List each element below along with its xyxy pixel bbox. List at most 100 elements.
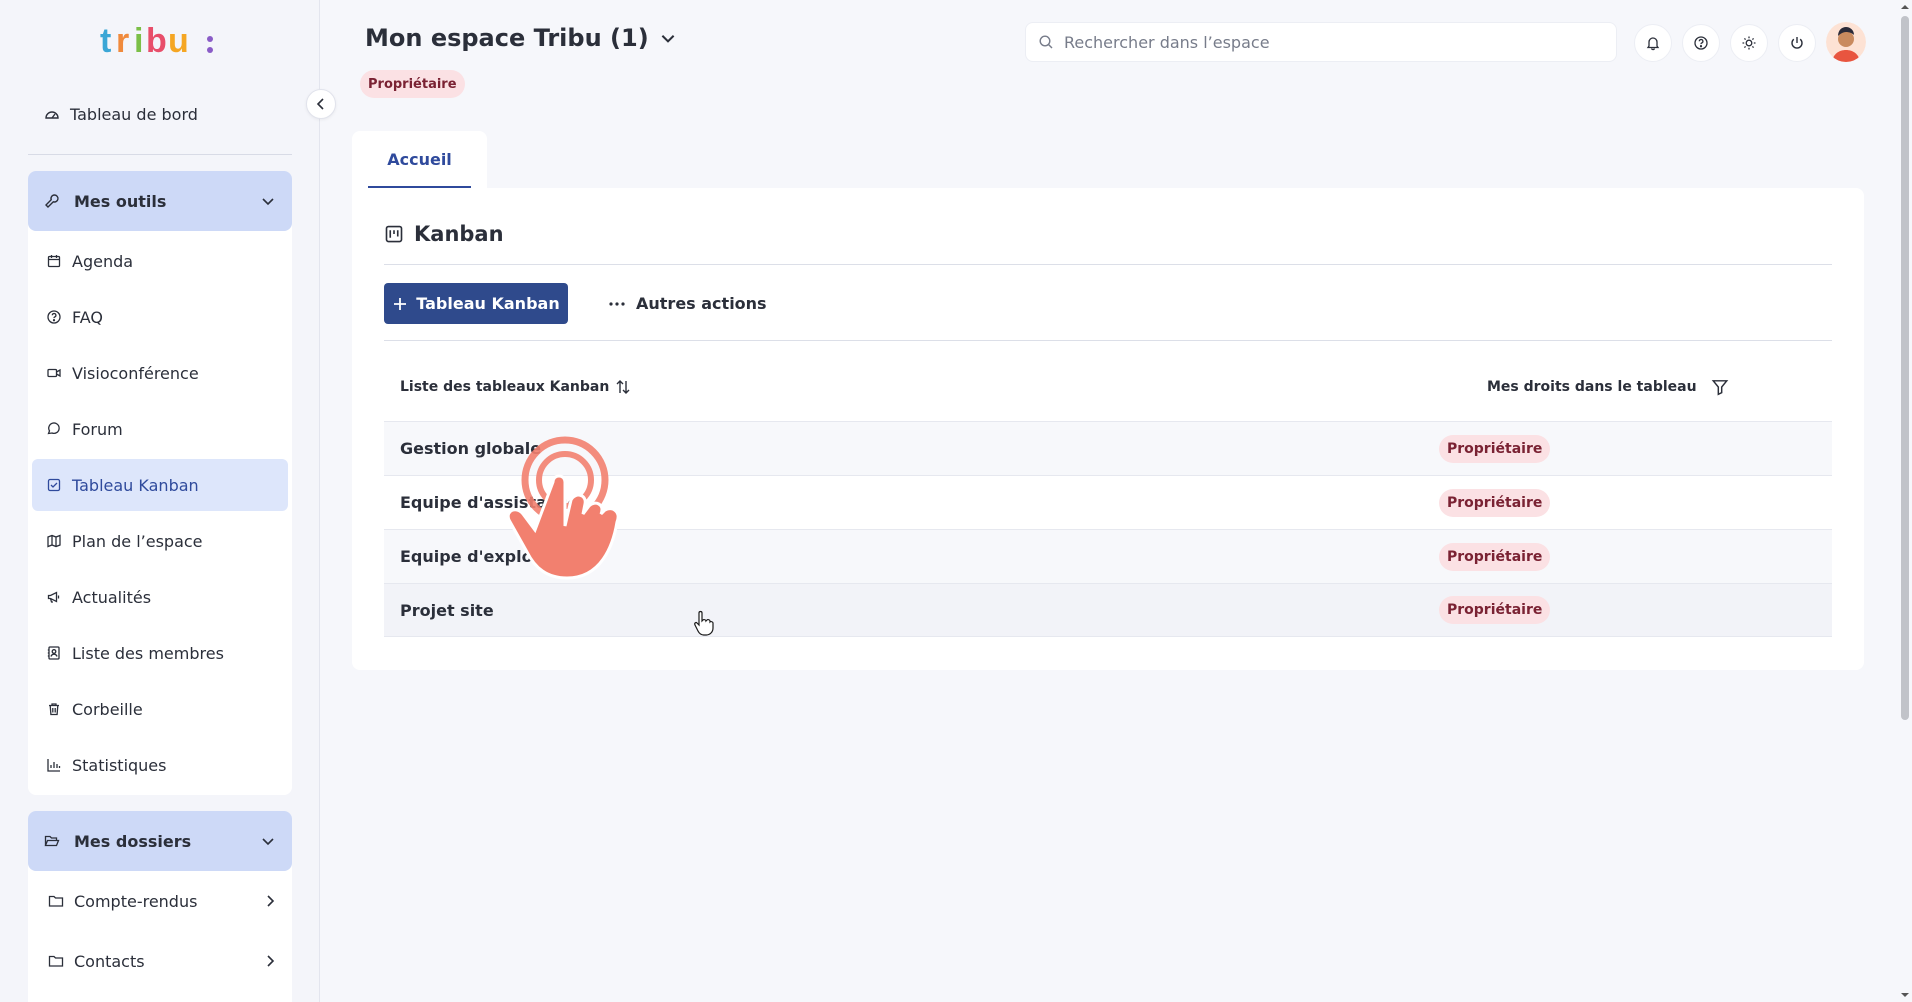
sidebar: t r i b u Tableau de bord Mes outils Age… xyxy=(0,0,320,1002)
column-header-name[interactable]: Liste des tableaux Kanban xyxy=(400,378,631,396)
avatar[interactable] xyxy=(1826,22,1866,62)
space-role-badge: Propriétaire xyxy=(360,70,465,98)
bell-icon xyxy=(1646,37,1660,51)
search-icon xyxy=(1039,35,1053,49)
section-divider xyxy=(384,264,1832,265)
folder-icon xyxy=(48,895,64,907)
column-header-rights: Mes droits dans le tableau xyxy=(1487,378,1729,396)
svg-text:u: u xyxy=(168,22,189,60)
rights-badge: Propriétaire xyxy=(1439,542,1551,571)
sidebar-item-label: Liste des membres xyxy=(72,643,224,663)
sidebar-item-forum[interactable]: Forum xyxy=(32,403,288,455)
board-name[interactable]: Equipe d'assistance xyxy=(400,493,579,512)
sidebar-item-stats[interactable]: Statistiques xyxy=(32,739,288,791)
sidebar-item-news[interactable]: Actualités xyxy=(32,571,288,623)
board-name[interactable]: Gestion globale xyxy=(400,439,541,458)
chevron-right-icon xyxy=(267,895,275,907)
sidebar-collapse-button[interactable] xyxy=(306,89,336,119)
space-selector[interactable]: Mon espace Tribu (1) xyxy=(365,24,677,52)
sidebar-item-members[interactable]: Liste des membres xyxy=(32,627,288,679)
help-circle-icon xyxy=(1694,36,1708,50)
check-square-icon xyxy=(47,478,61,492)
space-title: Mon espace Tribu (1) xyxy=(365,24,649,52)
help-circle-icon xyxy=(47,310,61,324)
sidebar-item-label: Visioconférence xyxy=(72,363,199,383)
sidebar-item-label: Corbeille xyxy=(72,699,143,719)
filter-icon[interactable] xyxy=(1711,378,1729,396)
sidebar-item-visio[interactable]: Visioconférence xyxy=(32,347,288,399)
dashboard-gauge-icon xyxy=(45,111,59,119)
tools-group: Mes outils Agenda FAQ Visioconférence Fo… xyxy=(28,171,292,795)
tools-menu: Agenda FAQ Visioconférence Forum Tableau… xyxy=(28,235,292,791)
user-avatar-icon xyxy=(1826,22,1866,62)
sun-icon xyxy=(1742,36,1756,50)
folders-group-label: Mes dossiers xyxy=(74,831,192,851)
scroll-down-arrow-icon[interactable] xyxy=(1900,990,1910,1000)
section-divider xyxy=(384,340,1832,341)
board-name[interactable]: Projet site xyxy=(400,601,494,620)
sort-icon[interactable] xyxy=(615,378,631,396)
table-row[interactable]: Equipe d'exploitation Propriétaire xyxy=(384,529,1832,583)
sidebar-item-faq[interactable]: FAQ xyxy=(32,291,288,343)
column-header-label: Mes droits dans le tableau xyxy=(1487,379,1697,395)
chevron-right-icon xyxy=(267,955,275,967)
scroll-up-arrow-icon[interactable] xyxy=(1900,2,1910,12)
sidebar-item-agenda[interactable]: Agenda xyxy=(32,235,288,287)
chevron-left-icon xyxy=(316,98,324,110)
scrollbar-thumb[interactable] xyxy=(1901,16,1909,720)
folders-group-header[interactable]: Mes dossiers xyxy=(28,811,292,871)
sidebar-item-kanban[interactable]: Tableau Kanban xyxy=(32,459,288,511)
sidebar-item-label: Actualités xyxy=(72,587,152,607)
rights-badge: Propriétaire xyxy=(1439,434,1551,463)
tools-group-label: Mes outils xyxy=(74,191,167,211)
map-icon xyxy=(47,534,61,548)
svg-text:r: r xyxy=(116,22,129,60)
search-input[interactable] xyxy=(1064,32,1604,52)
kanban-board-icon xyxy=(385,225,403,243)
bar-chart-icon xyxy=(47,759,61,772)
tribu-logo[interactable]: t r i b u xyxy=(100,22,220,62)
kanban-title: Kanban xyxy=(414,222,504,246)
notifications-button[interactable] xyxy=(1634,24,1672,62)
sidebar-divider xyxy=(28,154,292,155)
tools-group-header[interactable]: Mes outils xyxy=(28,171,292,231)
column-header-label: Liste des tableaux Kanban xyxy=(400,379,610,395)
wrench-icon xyxy=(45,194,59,208)
rights-badge: Propriétaire xyxy=(1439,488,1551,517)
contact-icon xyxy=(47,646,60,660)
help-button[interactable] xyxy=(1682,24,1720,62)
theme-toggle-button[interactable] xyxy=(1730,24,1768,62)
megaphone-icon xyxy=(47,591,60,603)
sidebar-item-trash[interactable]: Corbeille xyxy=(32,683,288,735)
rights-badge: Propriétaire xyxy=(1439,596,1551,624)
board-name[interactable]: Equipe d'exploitation xyxy=(400,547,592,566)
table-row[interactable]: Equipe d'assistance Propriétaire xyxy=(384,475,1832,529)
folder-open-icon xyxy=(44,835,60,847)
folder-item-contacts[interactable]: Contacts xyxy=(28,931,292,991)
folder-item-label: Compte-rendus xyxy=(74,891,198,911)
chevron-down-icon xyxy=(661,35,675,43)
calendar-icon xyxy=(47,255,61,268)
logout-button[interactable] xyxy=(1778,24,1816,62)
tab-accueil[interactable]: Accueil xyxy=(352,131,487,188)
chevron-down-icon xyxy=(262,198,274,206)
plus-icon xyxy=(394,297,407,310)
sidebar-item-label: Statistiques xyxy=(72,755,167,775)
chevron-down-icon xyxy=(262,838,274,846)
sidebar-item-label: Tableau Kanban xyxy=(72,475,199,495)
add-kanban-board-button[interactable]: Tableau Kanban xyxy=(384,283,568,324)
sidebar-item-space-map[interactable]: Plan de l’espace xyxy=(32,515,288,567)
search-box[interactable] xyxy=(1025,22,1617,62)
video-icon xyxy=(47,368,61,378)
svg-text:t: t xyxy=(100,22,111,60)
kanban-section-title: Kanban xyxy=(384,222,504,246)
table-row[interactable]: Gestion globale Propriétaire xyxy=(384,421,1832,475)
tab-label: Accueil xyxy=(387,150,452,169)
folder-item-compte-rendus[interactable]: Compte-rendus xyxy=(28,871,292,931)
more-actions-button[interactable]: Autres actions xyxy=(608,283,767,324)
folder-icon xyxy=(48,955,64,967)
add-kanban-board-label: Tableau Kanban xyxy=(416,294,560,313)
sidebar-item-dashboard[interactable]: Tableau de bord xyxy=(28,96,292,132)
table-row[interactable]: Projet site Propriétaire xyxy=(384,583,1832,637)
kanban-card: Kanban Tableau Kanban Autres actions Lis… xyxy=(352,188,1864,670)
